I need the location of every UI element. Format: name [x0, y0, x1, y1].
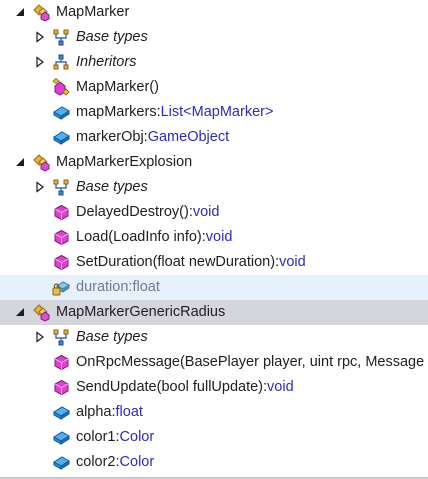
member-name: SendUpdate(bool fullUpdate): — [76, 379, 268, 395]
member-type: void — [192, 204, 220, 220]
tree-node-label: mapMarkers:List<MapMarker> — [76, 104, 273, 121]
member-type: float — [132, 279, 160, 295]
tree-node[interactable]: OnRpcMessage(BasePlayer player, uint rpc… — [0, 350, 428, 375]
tree-node-label: DelayedDestroy():void — [76, 204, 219, 221]
field-icon — [52, 428, 71, 447]
inheritors-icon — [52, 53, 71, 72]
tree-node[interactable]: mapMarkers:List<MapMarker> — [0, 100, 428, 125]
method-icon — [52, 203, 71, 222]
member-type: void — [279, 254, 306, 270]
member-type: void — [267, 379, 294, 395]
member-name: MapMarkerGenericRadius — [56, 304, 226, 320]
expand-arrow-icon[interactable] — [34, 31, 46, 43]
field-icon — [52, 453, 71, 472]
tree-node-label: MapMarker — [56, 4, 129, 21]
member-name: alpha: — [76, 404, 116, 420]
tree-node-label: OnRpcMessage(BasePlayer player, uint rpc… — [76, 354, 428, 371]
member-name: color2: — [76, 454, 120, 470]
member-name: color1: — [76, 429, 120, 445]
collapse-arrow-icon[interactable] — [14, 306, 26, 318]
member-name: Base types — [76, 179, 148, 195]
tree-node-label: markerObj:GameObject — [76, 129, 229, 146]
member-type: void — [205, 229, 233, 245]
tree-node-label: Inheritors — [76, 54, 136, 71]
tree-node-label: color1:Color — [76, 429, 154, 446]
tree-node[interactable]: markerObj:GameObject — [0, 125, 428, 150]
expand-arrow-icon[interactable] — [34, 331, 46, 343]
tree-node-label: duration:float — [76, 279, 160, 296]
member-name: mapMarkers: — [76, 104, 161, 120]
member-type: Color — [119, 454, 155, 470]
member-name: MapMarkerExplosion — [56, 154, 193, 170]
class-icon — [32, 153, 51, 172]
tree-node[interactable]: MapMarkerExplosion — [0, 150, 428, 175]
member-type: Color — [119, 429, 155, 445]
member-name: Load(LoadInfo info): — [76, 229, 206, 245]
member-name: duration: — [76, 279, 133, 295]
tree-node-label: alpha:float — [76, 404, 143, 421]
tree-node[interactable]: MapMarkerGenericRadius — [0, 300, 428, 325]
tree-node[interactable]: Base types — [0, 175, 428, 200]
method-icon — [52, 378, 71, 397]
field-icon — [52, 103, 71, 122]
member-name: SetDuration(float newDuration): — [76, 254, 280, 270]
tree-node[interactable]: Load(LoadInfo info):void — [0, 225, 428, 250]
tree-node[interactable]: duration:float — [0, 275, 428, 300]
tree-node[interactable]: Inheritors — [0, 50, 428, 75]
member-name: MapMarker() — [76, 79, 159, 95]
method-icon — [52, 228, 71, 247]
class-icon — [32, 303, 51, 322]
private-field-icon — [52, 278, 71, 297]
collapse-arrow-icon[interactable] — [14, 156, 26, 168]
field-icon — [52, 403, 71, 422]
tree-node[interactable]: alpha:float — [0, 400, 428, 425]
member-type: GameObject — [147, 129, 230, 145]
expand-arrow-icon[interactable] — [34, 56, 46, 68]
member-name: markerObj: — [76, 129, 148, 145]
class-icon — [32, 3, 51, 22]
tree-node[interactable]: SendUpdate(bool fullUpdate):void — [0, 375, 428, 400]
tree-node-label: Base types — [76, 29, 148, 46]
tree-node-label: color2:Color — [76, 454, 154, 471]
tree-node[interactable]: color2:Color — [0, 450, 428, 475]
tree-node[interactable]: DelayedDestroy():void — [0, 200, 428, 225]
member-name: OnRpcMessage(BasePlayer player, uint rpc… — [76, 354, 428, 370]
tree-node-label: Load(LoadInfo info):void — [76, 229, 232, 246]
tree-node-label: SendUpdate(bool fullUpdate):void — [76, 379, 294, 396]
method-icon — [52, 253, 71, 272]
member-name: MapMarker — [56, 4, 130, 20]
tree-node-label: MapMarkerGenericRadius — [56, 304, 225, 321]
constructor-icon — [52, 78, 71, 97]
tree-node[interactable]: Base types — [0, 25, 428, 50]
member-name: DelayedDestroy(): — [76, 204, 193, 220]
method-icon — [52, 353, 71, 372]
member-name: Base types — [76, 29, 148, 45]
member-type: List<MapMarker> — [160, 104, 274, 120]
tree-node-label: Base types — [76, 329, 148, 346]
tree-node[interactable]: SetDuration(float newDuration):void — [0, 250, 428, 275]
tree-node-label: MapMarkerExplosion — [56, 154, 192, 171]
field-icon — [52, 128, 71, 147]
collapse-arrow-icon[interactable] — [14, 6, 26, 18]
member-type: float — [115, 404, 143, 420]
tree-node[interactable]: color1:Color — [0, 425, 428, 450]
tree-node[interactable]: MapMarker() — [0, 75, 428, 100]
tree-node[interactable]: MapMarker — [0, 0, 428, 25]
member-name: Base types — [76, 329, 148, 345]
tree-node[interactable]: Base types — [0, 325, 428, 350]
member-name: Inheritors — [76, 54, 137, 70]
base-types-icon — [52, 28, 71, 47]
base-types-icon — [52, 328, 71, 347]
base-types-icon — [52, 178, 71, 197]
tree-node-label: SetDuration(float newDuration):void — [76, 254, 306, 271]
expand-arrow-icon[interactable] — [34, 181, 46, 193]
assembly-explorer-tree[interactable]: MapMarker Base types Inheritors MapMarke… — [0, 0, 428, 479]
tree-node-label: Base types — [76, 179, 148, 196]
tree-node-label: MapMarker() — [76, 79, 159, 96]
